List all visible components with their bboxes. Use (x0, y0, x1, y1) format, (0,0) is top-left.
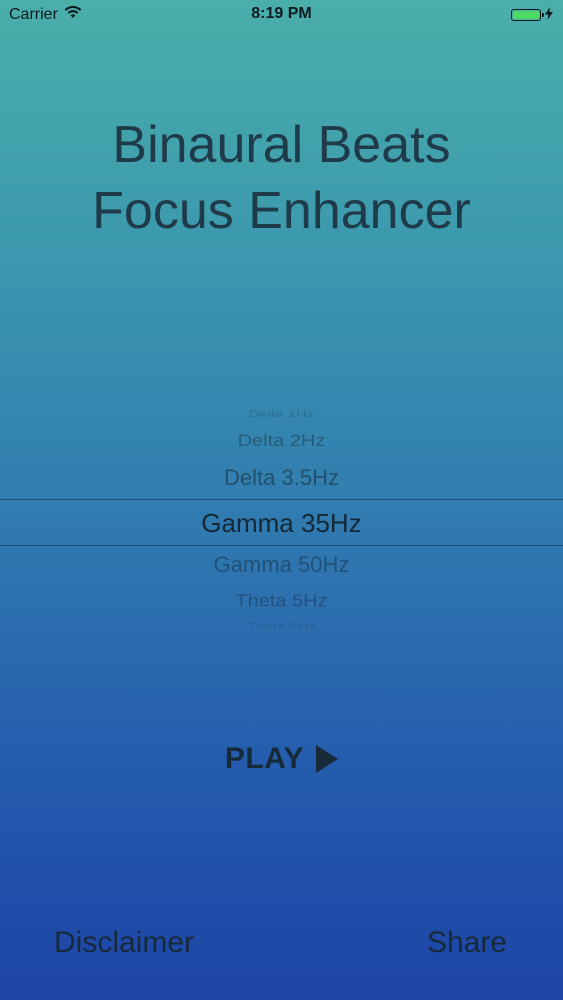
disclaimer-button[interactable]: Disclaimer (54, 926, 194, 960)
picker-item[interactable]: Theta 6Hz (0, 621, 563, 631)
frequency-picker[interactable]: Delta 1Hz Delta 2Hz Delta 3.5Hz Gamma 35… (0, 400, 563, 640)
charging-bolt-icon (545, 7, 553, 22)
picker-item[interactable]: Theta 5Hz (0, 591, 563, 612)
status-bar: Carrier 8:19 PM (0, 0, 563, 30)
picker-item-selected[interactable]: Gamma 35Hz (0, 508, 563, 539)
share-button[interactable]: Share (427, 926, 507, 960)
battery-fill (513, 10, 539, 19)
app-title: Binaural Beats Focus Enhancer (0, 112, 563, 244)
picker-item[interactable]: Gamma 50Hz (0, 552, 563, 578)
picker-item[interactable]: Delta 3.5Hz (0, 465, 563, 491)
status-time: 8:19 PM (251, 5, 312, 22)
play-button[interactable]: PLAY (0, 742, 563, 776)
picker-item[interactable]: Delta 1Hz (0, 409, 563, 419)
battery-icon (511, 8, 544, 21)
picker-item[interactable]: Delta 2Hz (0, 432, 563, 452)
status-right (511, 7, 553, 22)
play-button-label: PLAY (224, 742, 305, 775)
app-title-line-1: Binaural Beats (112, 116, 451, 174)
app-title-line-2: Focus Enhancer (92, 182, 471, 240)
play-triangle-icon (316, 745, 339, 773)
